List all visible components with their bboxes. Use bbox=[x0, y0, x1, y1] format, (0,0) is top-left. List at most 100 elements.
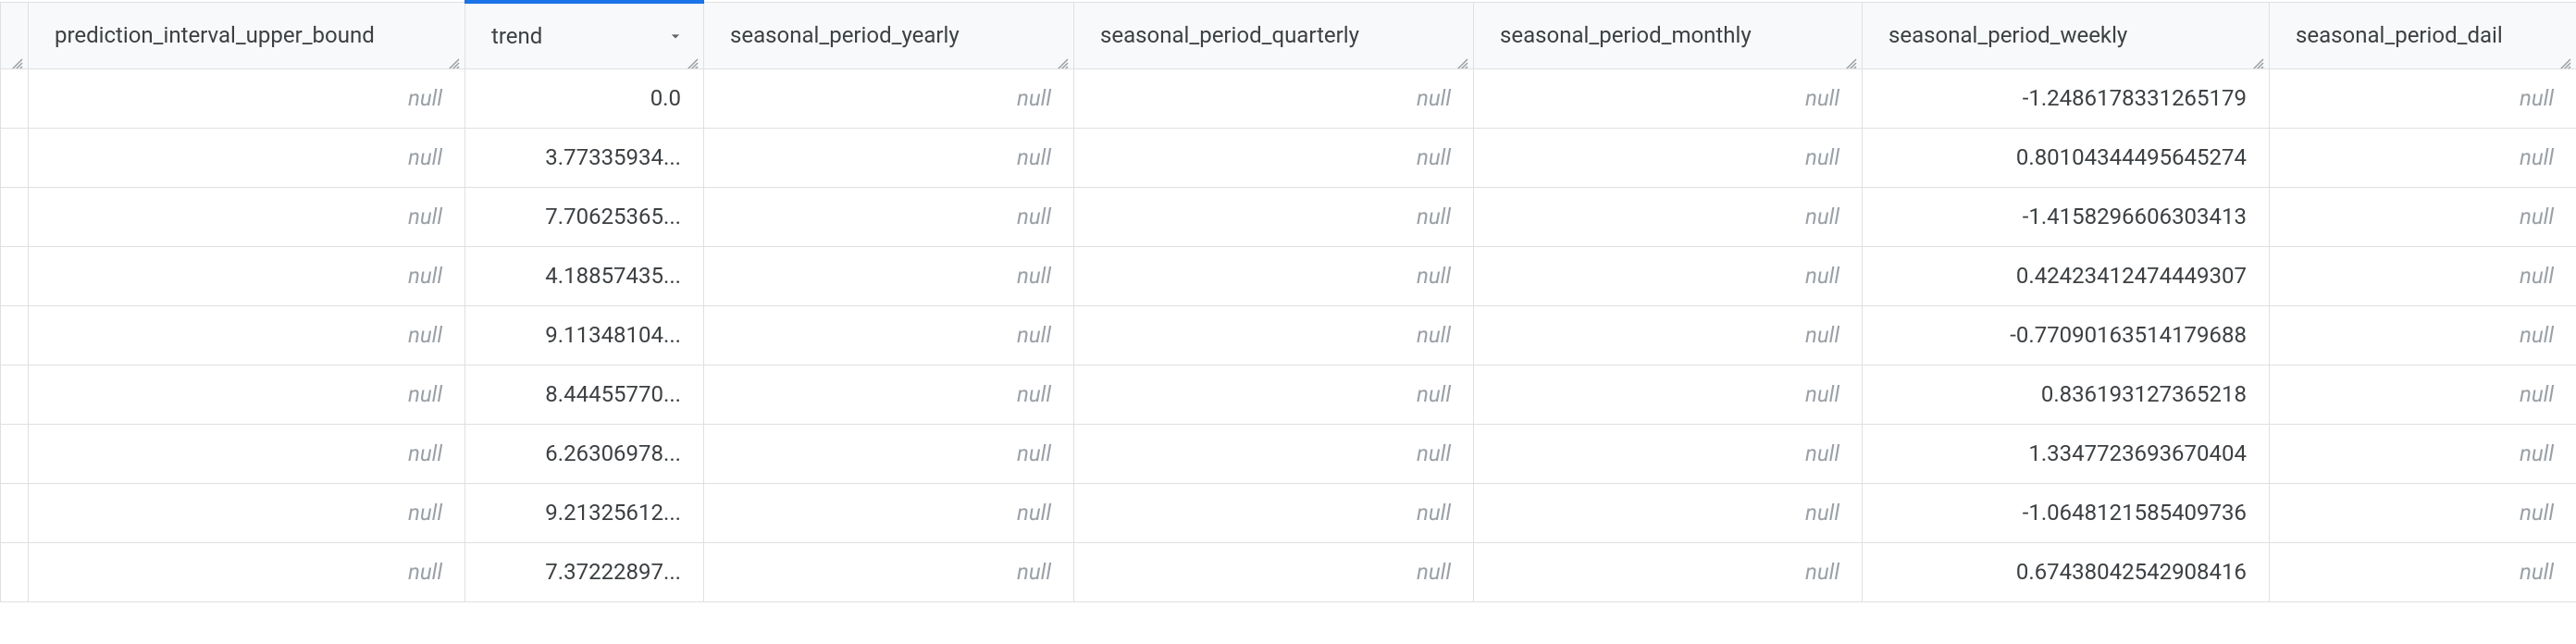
cell-partial bbox=[1, 305, 29, 365]
cell-seasonal-period-quarterly: null bbox=[1074, 542, 1474, 601]
cell-prediction-interval-upper-bound: null bbox=[29, 542, 465, 601]
cell-trend: 4.18857435... bbox=[465, 246, 704, 305]
resize-handle-icon[interactable] bbox=[1455, 52, 1469, 67]
cell-trend: 3.77335934... bbox=[465, 128, 704, 187]
cell-seasonal-period-quarterly: null bbox=[1074, 483, 1474, 542]
table-row[interactable]: null0.0nullnullnull-1.2486178331265179nu… bbox=[1, 68, 2576, 128]
null-value: null bbox=[1805, 322, 1839, 348]
cell-seasonal-period-weekly: -1.2486178331265179 bbox=[1863, 68, 2270, 128]
cell-prediction-interval-upper-bound: null bbox=[29, 365, 465, 424]
null-value: null bbox=[2520, 204, 2554, 229]
null-value: null bbox=[408, 322, 442, 348]
cell-seasonal-period-weekly: 0.42423412474449307 bbox=[1863, 246, 2270, 305]
null-value: null bbox=[1417, 500, 1451, 526]
null-value: null bbox=[2520, 85, 2554, 111]
null-value: null bbox=[1017, 204, 1051, 229]
cell-seasonal-period-daily: null bbox=[2270, 187, 2576, 246]
column-label: seasonal_period_yearly bbox=[730, 22, 960, 48]
cell-trend: 6.26306978... bbox=[465, 424, 704, 483]
null-value: null bbox=[1017, 381, 1051, 407]
null-value: null bbox=[1417, 204, 1451, 229]
column-header-seasonal-period-monthly[interactable]: seasonal_period_monthly bbox=[1474, 2, 1863, 68]
table-row[interactable]: null9.21325612...nullnullnull-1.06481215… bbox=[1, 483, 2576, 542]
column-header-trend[interactable]: trend bbox=[465, 2, 704, 68]
cell-seasonal-period-daily: null bbox=[2270, 424, 2576, 483]
cell-seasonal-period-quarterly: null bbox=[1074, 305, 1474, 365]
column-header-seasonal-period-quarterly[interactable]: seasonal_period_quarterly bbox=[1074, 2, 1474, 68]
null-value: null bbox=[408, 263, 442, 289]
resize-handle-icon[interactable] bbox=[9, 52, 24, 67]
cell-seasonal-period-monthly: null bbox=[1474, 305, 1863, 365]
null-value: null bbox=[2520, 559, 2554, 585]
cell-partial bbox=[1, 483, 29, 542]
cell-trend: 9.21325612... bbox=[465, 483, 704, 542]
cell-seasonal-period-daily: null bbox=[2270, 246, 2576, 305]
cell-prediction-interval-upper-bound: null bbox=[29, 68, 465, 128]
resize-handle-icon[interactable] bbox=[1055, 52, 1070, 67]
null-value: null bbox=[1417, 559, 1451, 585]
cell-trend: 7.70625365... bbox=[465, 187, 704, 246]
cell-seasonal-period-weekly: 0.80104344495645274 bbox=[1863, 128, 2270, 187]
cell-seasonal-period-yearly: null bbox=[704, 246, 1074, 305]
cell-seasonal-period-monthly: null bbox=[1474, 424, 1863, 483]
cell-prediction-interval-upper-bound: null bbox=[29, 483, 465, 542]
cell-prediction-interval-upper-bound: null bbox=[29, 246, 465, 305]
table-row[interactable]: null8.44455770...nullnullnull0.836193127… bbox=[1, 365, 2576, 424]
cell-seasonal-period-quarterly: null bbox=[1074, 128, 1474, 187]
column-header-partial[interactable] bbox=[1, 2, 29, 68]
cell-seasonal-period-yearly: null bbox=[704, 305, 1074, 365]
resize-handle-icon[interactable] bbox=[685, 52, 700, 67]
cell-seasonal-period-monthly: null bbox=[1474, 542, 1863, 601]
cell-trend: 9.11348104... bbox=[465, 305, 704, 365]
cell-seasonal-period-weekly: 0.836193127365218 bbox=[1863, 365, 2270, 424]
column-label: prediction_interval_upper_bound bbox=[55, 22, 375, 48]
null-value: null bbox=[1805, 500, 1839, 526]
table-row[interactable]: null3.77335934...nullnullnull0.801043444… bbox=[1, 128, 2576, 187]
table-row[interactable]: null6.26306978...nullnullnull1.334772369… bbox=[1, 424, 2576, 483]
null-value: null bbox=[1417, 85, 1451, 111]
resize-handle-icon[interactable] bbox=[446, 52, 461, 67]
cell-seasonal-period-yearly: null bbox=[704, 424, 1074, 483]
cell-seasonal-period-weekly: -1.4158296606303413 bbox=[1863, 187, 2270, 246]
null-value: null bbox=[1417, 381, 1451, 407]
table-body: null0.0nullnullnull-1.2486178331265179nu… bbox=[1, 68, 2576, 601]
null-value: null bbox=[2520, 440, 2554, 466]
resize-handle-icon[interactable] bbox=[2250, 52, 2265, 67]
column-header-seasonal-period-weekly[interactable]: seasonal_period_weekly bbox=[1863, 2, 2270, 68]
null-value: null bbox=[408, 85, 442, 111]
cell-seasonal-period-quarterly: null bbox=[1074, 365, 1474, 424]
cell-seasonal-period-daily: null bbox=[2270, 128, 2576, 187]
cell-seasonal-period-yearly: null bbox=[704, 187, 1074, 246]
resize-handle-icon[interactable] bbox=[2557, 52, 2572, 67]
cell-seasonal-period-weekly: -1.0648121585409736 bbox=[1863, 483, 2270, 542]
cell-seasonal-period-monthly: null bbox=[1474, 187, 1863, 246]
cell-prediction-interval-upper-bound: null bbox=[29, 424, 465, 483]
null-value: null bbox=[2520, 381, 2554, 407]
null-value: null bbox=[1017, 263, 1051, 289]
cell-seasonal-period-daily: null bbox=[2270, 365, 2576, 424]
column-header-prediction-interval-upper-bound[interactable]: prediction_interval_upper_bound bbox=[29, 2, 465, 68]
null-value: null bbox=[408, 559, 442, 585]
table-row[interactable]: null9.11348104...nullnullnull-0.77090163… bbox=[1, 305, 2576, 365]
sort-descending-icon[interactable] bbox=[666, 27, 685, 45]
resize-handle-icon[interactable] bbox=[1843, 52, 1858, 67]
column-header-seasonal-period-daily[interactable]: seasonal_period_dail bbox=[2270, 2, 2576, 68]
null-value: null bbox=[1805, 263, 1839, 289]
null-value: null bbox=[408, 381, 442, 407]
table-row[interactable]: null7.37222897...nullnullnull0.674380425… bbox=[1, 542, 2576, 601]
cell-seasonal-period-daily: null bbox=[2270, 68, 2576, 128]
cell-seasonal-period-yearly: null bbox=[704, 68, 1074, 128]
table-row[interactable]: null7.70625365...nullnullnull-1.41582966… bbox=[1, 187, 2576, 246]
null-value: null bbox=[2520, 500, 2554, 526]
cell-seasonal-period-monthly: null bbox=[1474, 483, 1863, 542]
cell-seasonal-period-quarterly: null bbox=[1074, 68, 1474, 128]
cell-prediction-interval-upper-bound: null bbox=[29, 128, 465, 187]
null-value: null bbox=[2520, 263, 2554, 289]
column-header-seasonal-period-yearly[interactable]: seasonal_period_yearly bbox=[704, 2, 1074, 68]
table-header-row: prediction_interval_upper_bound trend bbox=[1, 2, 2576, 68]
null-value: null bbox=[2520, 144, 2554, 170]
cell-seasonal-period-yearly: null bbox=[704, 483, 1074, 542]
null-value: null bbox=[1417, 263, 1451, 289]
cell-seasonal-period-daily: null bbox=[2270, 542, 2576, 601]
table-row[interactable]: null 4.18857435... null null null 0.424234124… bbox=[1, 246, 2576, 305]
